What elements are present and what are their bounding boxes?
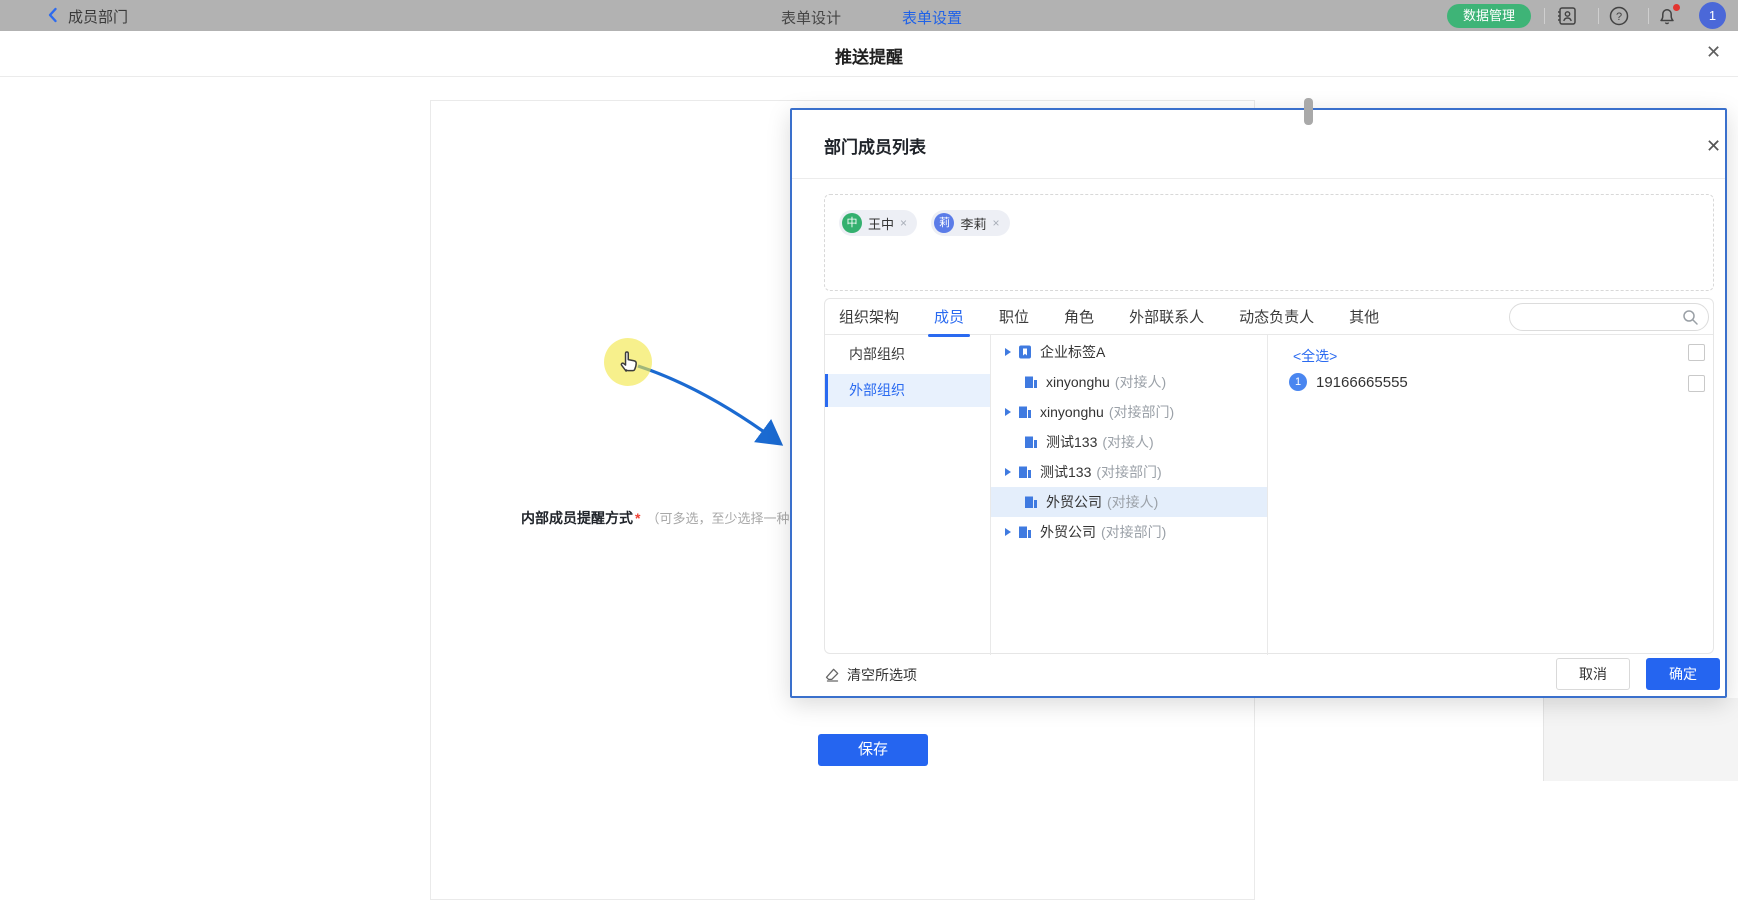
expand-icon[interactable] [1005, 528, 1011, 536]
member-picker-modal: 部门成员列表 ✕ 中 王中 × 莉 李莉 × 组织架构 成员 职位 角色 外部联… [790, 108, 1727, 698]
divider [1598, 8, 1599, 24]
company-icon [1023, 374, 1039, 390]
help-icon[interactable]: ? [1608, 5, 1630, 27]
modal-close-icon[interactable]: ✕ [1706, 136, 1721, 157]
eraser-icon [824, 667, 840, 683]
picker-panel: 组织架构 成员 职位 角色 外部联系人 动态负责人 其他 内部组织 外部组织 企… [824, 298, 1714, 654]
tree-item[interactable]: xinyonghu (对接人) [991, 367, 1267, 397]
tree-label: 测试133 [1046, 432, 1097, 452]
avatar: 莉 [934, 213, 954, 233]
tab-form-settings[interactable]: 表单设置 [902, 7, 962, 28]
save-button[interactable]: 保存 [818, 734, 928, 766]
member-checkbox[interactable] [1688, 375, 1705, 392]
tab-positions[interactable]: 职位 [999, 306, 1029, 327]
drawer-header: 推送提醒 ✕ [0, 31, 1738, 77]
expand-icon[interactable] [1005, 468, 1011, 476]
notification-badge [1673, 4, 1680, 11]
selected-member-tag[interactable]: 莉 李莉 × [931, 210, 1009, 236]
expand-icon[interactable] [1005, 348, 1011, 356]
tree-suffix: (对接部门) [1101, 522, 1166, 542]
tree-item[interactable]: 企业标签A [991, 337, 1267, 367]
tree-label: xinyonghu [1046, 374, 1110, 390]
member-row[interactable]: 1 19166665555 [1289, 373, 1408, 391]
tree-suffix: (对接部门) [1109, 402, 1174, 422]
tree-item[interactable]: 测试133 (对接人) [991, 427, 1267, 457]
search-input[interactable] [1509, 303, 1709, 331]
tab-roles[interactable]: 角色 [1064, 306, 1094, 327]
data-manage-button[interactable]: 数据管理 [1447, 4, 1531, 28]
scrollbar-thumb[interactable] [1304, 98, 1313, 125]
tag-icon [1017, 344, 1033, 360]
remove-tag-icon[interactable]: × [993, 216, 1000, 230]
tab-org-structure[interactable]: 组织架构 [839, 306, 899, 327]
tree-suffix: (对接人) [1102, 432, 1153, 452]
confirm-button[interactable]: 确定 [1646, 658, 1720, 690]
tab-dynamic-owner[interactable]: 动态负责人 [1239, 306, 1314, 327]
avatar: 中 [842, 213, 862, 233]
required-mark: * [635, 510, 640, 526]
member-name: 王中 [868, 214, 894, 233]
tab-external-contacts[interactable]: 外部联系人 [1129, 306, 1204, 327]
drawer-close-icon[interactable]: ✕ [1706, 42, 1721, 63]
back-icon[interactable] [44, 6, 62, 24]
hand-cursor-icon [617, 347, 641, 378]
tree-suffix: (对接人) [1115, 372, 1166, 392]
selected-members-box: 中 王中 × 莉 李莉 × [824, 194, 1714, 291]
tree-label: 外贸公司 [1040, 522, 1096, 542]
tab-members[interactable]: 成员 [934, 306, 964, 327]
top-bar: 成员部门 表单设计 表单设置 数据管理 ? 1 [0, 0, 1738, 31]
methods-label: 内部成员提醒方式* [521, 510, 640, 526]
form-name-label: 成员部门 [68, 6, 128, 27]
svg-text:?: ? [1616, 11, 1622, 23]
clear-selection[interactable]: 清空所选项 [824, 665, 917, 685]
avatar: 1 [1289, 373, 1307, 391]
org-type-panel: 内部组织 外部组织 [825, 335, 991, 655]
member-phone: 19166665555 [1316, 374, 1408, 391]
tree-item-selected[interactable]: 外贸公司 (对接人) [991, 487, 1267, 517]
expand-icon[interactable] [1005, 408, 1011, 416]
page-title: 推送提醒 [0, 43, 1738, 68]
tree-suffix: (对接人) [1107, 492, 1158, 512]
divider [1544, 8, 1545, 24]
company-icon [1017, 464, 1033, 480]
tree-label: 外贸公司 [1046, 492, 1102, 512]
company-icon [1017, 524, 1033, 540]
divider [1648, 8, 1649, 24]
remove-tag-icon[interactable]: × [900, 216, 907, 230]
company-icon [1023, 434, 1039, 450]
tree-item[interactable]: 外贸公司 (对接部门) [991, 517, 1267, 547]
org-tree-panel: 企业标签A xinyonghu (对接人) xinyonghu (对接部门) 测… [991, 335, 1268, 655]
member-list-panel: <全选> 1 19166665555 [1268, 335, 1715, 655]
tree-item[interactable]: 测试133 (对接部门) [991, 457, 1267, 487]
modal-header-divider [792, 178, 1725, 179]
contacts-icon[interactable] [1556, 5, 1578, 27]
member-name: 李莉 [960, 214, 986, 233]
clear-selection-label: 清空所选项 [847, 665, 917, 685]
tree-label: 测试133 [1040, 462, 1091, 482]
tree-label: 企业标签A [1040, 342, 1105, 362]
org-internal-item[interactable]: 内部组织 [825, 338, 990, 371]
user-avatar[interactable]: 1 [1699, 2, 1726, 29]
modal-footer: 清空所选项 取消 确定 [792, 654, 1725, 696]
tree-suffix: (对接部门) [1096, 462, 1161, 482]
company-icon [1023, 494, 1039, 510]
tab-form-design[interactable]: 表单设计 [781, 7, 841, 28]
tree-item[interactable]: xinyonghu (对接部门) [991, 397, 1267, 427]
org-external-item[interactable]: 外部组织 [825, 374, 990, 407]
background-panel-corner [1543, 698, 1738, 781]
tab-other[interactable]: 其他 [1349, 306, 1379, 327]
cancel-button[interactable]: 取消 [1556, 658, 1630, 690]
search-icon [1682, 309, 1699, 326]
modal-title: 部门成员列表 [824, 133, 926, 158]
selected-member-tag[interactable]: 中 王中 × [839, 210, 917, 236]
picker-tabs: 组织架构 成员 职位 角色 外部联系人 动态负责人 其他 [825, 299, 1713, 335]
company-icon [1017, 404, 1033, 420]
select-all-link[interactable]: <全选> [1293, 346, 1337, 366]
tree-label: xinyonghu [1040, 404, 1104, 420]
select-all-checkbox[interactable] [1688, 344, 1705, 361]
